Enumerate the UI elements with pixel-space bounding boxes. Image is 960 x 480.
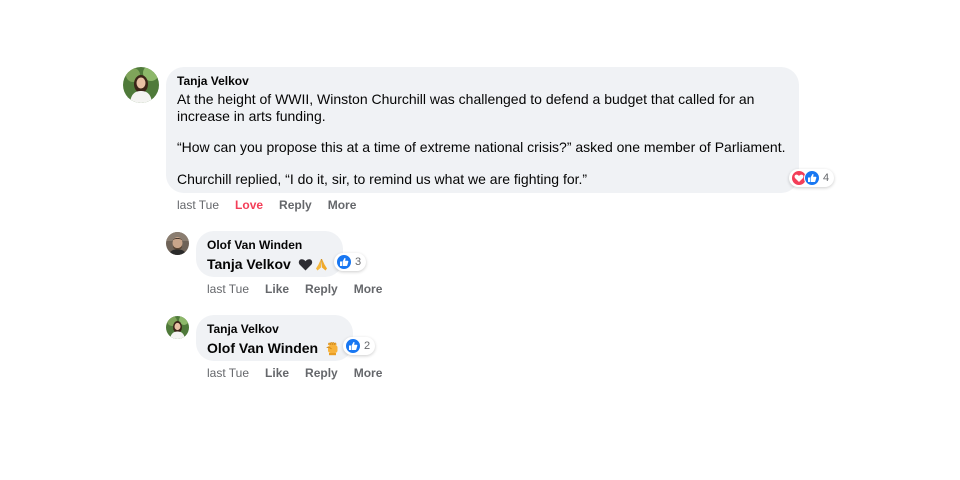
black-heart-icon	[298, 257, 313, 276]
mention-link[interactable]: Tanja Velkov	[207, 256, 291, 272]
reply-button[interactable]: Reply	[305, 282, 338, 296]
reaction-summary[interactable]: 3	[334, 253, 367, 271]
avatar[interactable]	[166, 232, 189, 255]
comment-text: At the height of WWII, Winston Churchill…	[177, 91, 787, 187]
reaction-count: 3	[355, 256, 362, 268]
comment-paragraph: “How can you propose this at a time of e…	[177, 139, 786, 155]
comment-text: Tanja Velkov	[207, 256, 331, 276]
more-button[interactable]: More	[328, 198, 357, 212]
folded-hands-icon	[314, 257, 329, 276]
love-reaction-button[interactable]: Love	[235, 198, 263, 212]
like-icon	[804, 170, 820, 186]
reaction-summary[interactable]: 2	[343, 337, 376, 355]
comment-author[interactable]: Tanja Velkov	[177, 73, 787, 89]
raised-fist-icon	[325, 341, 340, 360]
timestamp[interactable]: last Tue	[207, 282, 249, 296]
timestamp[interactable]: last Tue	[207, 366, 249, 380]
comment-author[interactable]: Tanja Velkov	[207, 321, 341, 337]
reaction-count: 4	[823, 172, 830, 184]
avatar[interactable]	[123, 67, 159, 103]
comment-bubble: Tanja Velkov Olof Van Winden	[196, 315, 353, 361]
comment-bubble: Tanja Velkov At the height of WWII, Wins…	[166, 67, 799, 193]
more-button[interactable]: More	[354, 282, 383, 296]
comment-actions: last Tue Like Reply More	[207, 282, 398, 296]
like-icon	[345, 338, 361, 354]
comment-paragraph: At the height of WWII, Winston Churchill…	[177, 91, 755, 124]
more-button[interactable]: More	[354, 366, 383, 380]
reply-button[interactable]: Reply	[279, 198, 312, 212]
comment-paragraph: Churchill replied, “I do it, sir, to rem…	[177, 170, 588, 187]
like-button[interactable]: Like	[265, 282, 289, 296]
comment-actions: last Tue Love Reply More	[177, 198, 372, 212]
timestamp[interactable]: last Tue	[177, 198, 219, 212]
comment-author[interactable]: Olof Van Winden	[207, 237, 331, 253]
reaction-count: 2	[364, 340, 371, 352]
like-icon	[336, 254, 352, 270]
reply-button[interactable]: Reply	[305, 366, 338, 380]
like-button[interactable]: Like	[265, 366, 289, 380]
mention-link[interactable]: Olof Van Winden	[207, 340, 318, 356]
reaction-summary[interactable]: 4	[789, 169, 835, 187]
comment-text: Olof Van Winden	[207, 340, 341, 360]
comment-actions: last Tue Like Reply More	[207, 366, 398, 380]
avatar[interactable]	[166, 316, 189, 339]
comment-bubble: Olof Van Winden Tanja Velkov	[196, 231, 343, 277]
